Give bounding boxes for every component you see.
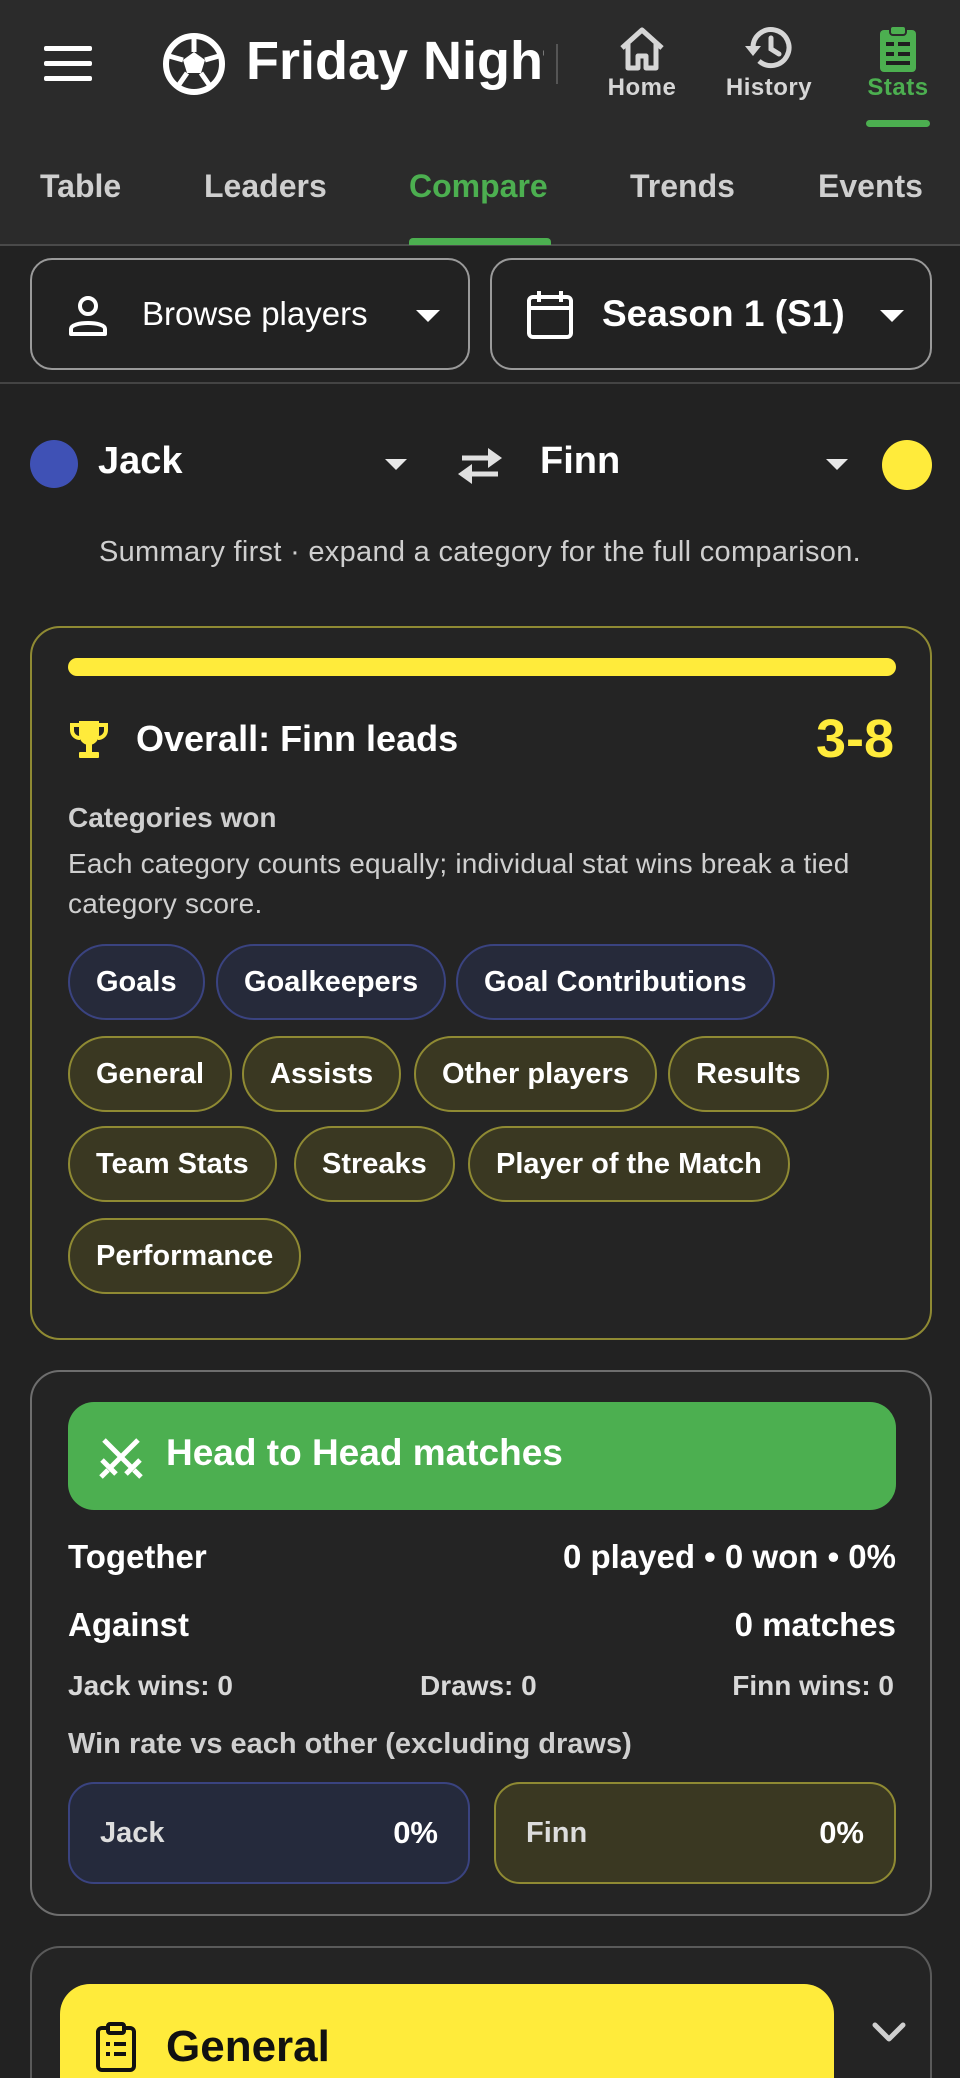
category-chip[interactable]: Team Stats — [68, 1126, 277, 1202]
together-row: Together 0 played • 0 won • 0% — [68, 1538, 896, 1576]
category-chip[interactable]: Streaks — [294, 1126, 455, 1202]
season-label: Season 1 (S1) — [602, 293, 845, 334]
tab-events[interactable]: Events — [818, 128, 923, 244]
tab-table[interactable]: Table — [40, 128, 121, 244]
nav-active-indicator — [866, 120, 930, 127]
nav-home-label: Home — [607, 74, 677, 101]
player-right-select[interactable]: Finn — [540, 440, 620, 483]
trophy-icon — [70, 721, 108, 758]
category-chip[interactable]: Goalkeepers — [216, 944, 447, 1020]
nav-stats-label: Stats — [867, 74, 929, 101]
player-left-select[interactable]: Jack — [98, 440, 183, 483]
title-divider — [556, 44, 558, 84]
nav-history-label: History — [725, 74, 813, 101]
category-chip[interactable]: Goal Contributions — [456, 944, 775, 1020]
left-player-win-rate: Jack 0% — [68, 1782, 470, 1884]
category-chip[interactable]: Results — [668, 1036, 829, 1112]
chevron-down-icon — [416, 310, 440, 322]
overall-progress-bar — [68, 658, 896, 676]
right-player-wins: Finn wins: 0 — [732, 1670, 894, 1701]
category-chip[interactable]: Player of the Match — [468, 1126, 790, 1202]
nav-home[interactable]: Home — [582, 20, 702, 128]
general-section-title: General — [166, 2022, 330, 2071]
calendar-icon — [527, 291, 573, 339]
crossed-swords-icon — [99, 1438, 143, 1479]
together-value: 0 played • 0 won • 0% — [562, 1538, 896, 1575]
together-label: Together — [68, 1538, 207, 1575]
clipboard-icon — [96, 2022, 136, 2072]
categories-won-label: Categories won — [68, 802, 277, 833]
overall-title: Overall: Finn leads — [136, 718, 459, 759]
tab-active-indicator — [409, 238, 551, 245]
stats-tabs: Table Leaders Compare Trends Events — [0, 128, 960, 246]
left-player-wins: Jack wins: 0 — [68, 1670, 233, 1701]
win-rate-player-name: Jack — [100, 1817, 165, 1849]
win-rate-player-name: Finn — [526, 1817, 588, 1849]
summary-note: Summary first · expand a category for th… — [98, 536, 862, 568]
against-label: Against — [68, 1606, 190, 1643]
menu-button[interactable] — [44, 46, 92, 82]
player-right-color-dot — [882, 440, 932, 490]
overall-card: Overall: Finn leads 3-8 Categories won E… — [30, 626, 932, 1340]
category-chip[interactable]: Assists — [242, 1036, 402, 1112]
person-icon — [69, 296, 107, 336]
swap-players-icon[interactable] — [456, 444, 504, 488]
history-icon — [745, 27, 792, 69]
browse-players-dropdown[interactable]: Browse players — [30, 258, 470, 370]
chevron-down-icon[interactable] — [872, 2022, 906, 2044]
app-bar: Friday Night Home History Stats — [0, 0, 960, 128]
general-section: General — [30, 1946, 932, 2078]
tab-trends[interactable]: Trends — [630, 128, 735, 244]
general-section-header[interactable]: General — [60, 1984, 834, 2078]
tab-leaders[interactable]: Leaders — [204, 128, 327, 244]
category-chip[interactable]: Goals — [68, 944, 205, 1020]
head-to-head-title: Head to Head matches — [166, 1432, 563, 1473]
tab-compare[interactable]: Compare — [409, 128, 548, 244]
chevron-down-icon[interactable] — [385, 459, 407, 470]
home-icon — [620, 27, 664, 71]
player-left-color-dot — [30, 440, 78, 488]
category-chip[interactable]: Other players — [414, 1036, 657, 1112]
overall-score: 3-8 — [815, 709, 894, 769]
season-dropdown[interactable]: Season 1 (S1) — [490, 258, 932, 370]
nav-stats[interactable]: Stats — [838, 20, 958, 128]
win-rate-value: 0% — [819, 1815, 864, 1850]
win-rate-note: Win rate vs each other (excluding draws) — [68, 1728, 632, 1760]
head-to-head-header[interactable]: Head to Head matches — [68, 1402, 896, 1510]
app-title: Friday Night — [246, 31, 544, 91]
soccer-ball-icon — [163, 33, 225, 95]
nav-history[interactable]: History — [709, 20, 829, 128]
chevron-down-icon[interactable] — [826, 459, 848, 470]
categories-description: Each category counts equally; individual… — [68, 848, 850, 919]
stats-clipboard-icon — [880, 25, 916, 72]
against-row: Against 0 matches — [68, 1606, 896, 1644]
right-player-win-rate: Finn 0% — [494, 1782, 896, 1884]
against-value: 0 matches — [734, 1606, 896, 1643]
head-to-head-card: Head to Head matches Together 0 played •… — [30, 1370, 932, 1916]
category-chip[interactable]: General — [68, 1036, 232, 1112]
chevron-down-icon — [880, 310, 904, 322]
draws-count: Draws: 0 — [420, 1670, 537, 1701]
divider — [0, 382, 960, 384]
menu-icon — [44, 46, 92, 51]
browse-players-label: Browse players — [142, 295, 368, 332]
win-rate-value: 0% — [393, 1815, 438, 1850]
category-chip[interactable]: Performance — [68, 1218, 302, 1294]
